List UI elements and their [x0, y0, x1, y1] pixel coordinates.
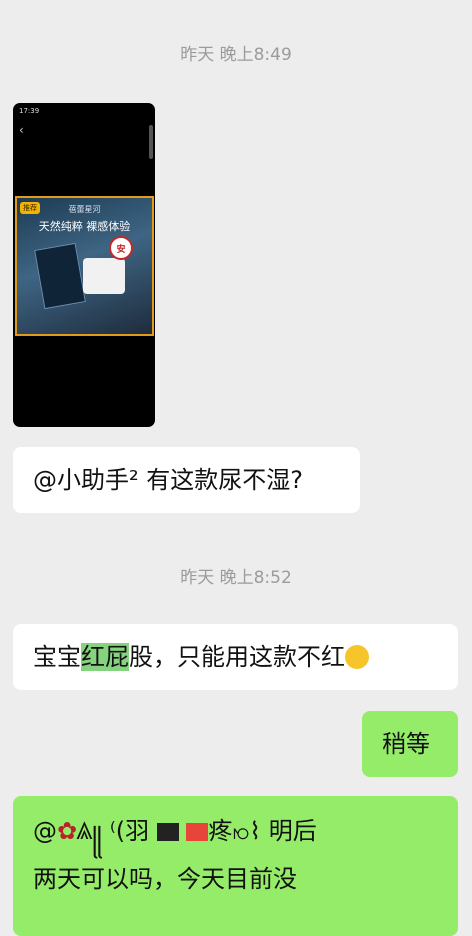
redacted-block-dark: [156, 823, 179, 841]
timestamp-1: 昨天 晚上8:49: [180, 45, 292, 65]
message-4-line-2: 两天可以吗，今天目前没: [33, 865, 297, 893]
ad-slogan: 天然纯粹 裸感体验: [38, 220, 131, 233]
diaper-pack-image: [34, 242, 86, 310]
redacted-block-red: [186, 823, 209, 841]
message-4-nickname: ꥃ꧋ ⁽(羽: [77, 817, 150, 845]
message-4-line-1: @✿ꥃ꧋ ⁽(羽 疼ꩯ⌇ 明后: [33, 814, 458, 848]
image-status-time: 17:39: [19, 107, 40, 115]
message-1-bubble[interactable]: @小助手² 有这款尿不湿?: [13, 447, 360, 513]
seal-text: 安: [116, 245, 126, 255]
message-2-bubble[interactable]: 宝宝红屁股，只能用这款不红: [13, 624, 458, 690]
message-3-bubble[interactable]: 稍等: [362, 711, 458, 777]
image-message[interactable]: 17:39 ‹ 推荐 蓓蕾星河 天然纯粹 裸感体验 安: [13, 103, 155, 427]
back-icon: ‹: [19, 123, 24, 137]
message-4-bubble[interactable]: @✿ꥃ꧋ ⁽(羽 疼ꩯ⌇ 明后 两天可以吗，今天目前没: [13, 796, 458, 936]
seal-icon: 安: [109, 236, 133, 260]
message-2-text-start: 宝宝: [33, 643, 81, 671]
message-2-text-end: 股，只能用这款不红: [129, 643, 345, 671]
image-scrollbar: [149, 125, 153, 159]
message-4-at-sign: @: [33, 817, 57, 845]
message-4-line-1-tail: 疼ꩯ⌇ 明后: [208, 817, 317, 845]
rose-icon: ✿: [57, 817, 78, 845]
message-2-highlight: 红屁: [81, 643, 129, 671]
timestamp-2: 昨天 晚上8:52: [180, 568, 292, 588]
ad-banner: 推荐 蓓蕾星河 天然纯粹 裸感体验 安: [15, 196, 154, 336]
diaper-image: [83, 258, 125, 294]
message-1-text: @小助手² 有这款尿不湿?: [33, 466, 303, 494]
message-3-text: 稍等: [382, 730, 430, 758]
ad-brand: 蓓蕾星河: [68, 205, 101, 214]
crying-laughing-emoji-icon: [345, 645, 369, 669]
